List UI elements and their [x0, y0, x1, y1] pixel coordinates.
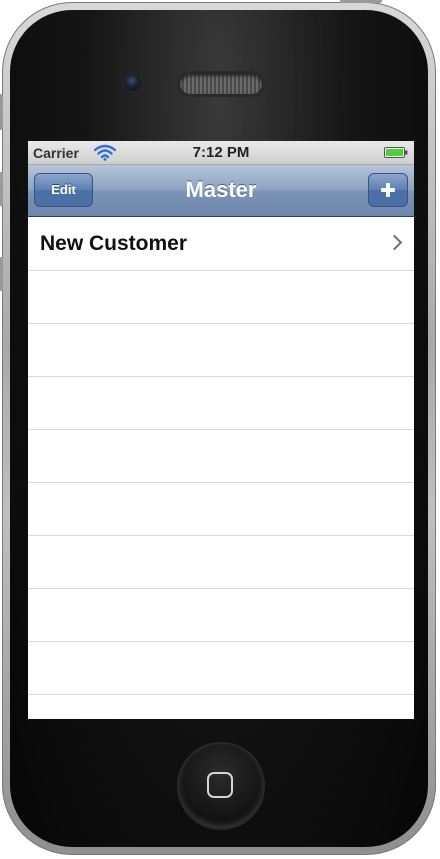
chevron-right-icon [386, 234, 403, 251]
row-label: New Customer [40, 232, 188, 255]
empty-table-row [28, 536, 414, 589]
master-table: New Customer [28, 218, 414, 695]
status-time: 7:12 PM [192, 144, 250, 161]
navigation-bar: Edit Master [28, 165, 414, 217]
edit-button[interactable]: Edit [34, 173, 93, 207]
add-button[interactable] [368, 173, 408, 207]
status-bar: Carrier 7:12 PM [28, 141, 414, 165]
plus-icon [381, 183, 395, 197]
volume-down-button [0, 257, 3, 291]
empty-table-row [28, 377, 414, 430]
volume-up-button [0, 172, 3, 206]
empty-table-row [28, 324, 414, 377]
power-button [340, 0, 382, 3]
battery-icon [384, 147, 408, 158]
empty-table-row [28, 642, 414, 695]
home-button-icon [207, 772, 233, 798]
empty-table-row [28, 430, 414, 483]
front-camera-icon [124, 74, 141, 91]
earpiece-speaker [180, 74, 262, 94]
home-button[interactable] [179, 744, 263, 828]
mute-switch [0, 94, 3, 130]
empty-table-row [28, 271, 414, 324]
phone-screen: Carrier 7:12 PM Edit Master New Customer [28, 141, 414, 719]
empty-table-row [28, 589, 414, 642]
table-row[interactable]: New Customer [28, 218, 414, 271]
empty-table-row [28, 483, 414, 536]
nav-title: Master [185, 177, 257, 202]
